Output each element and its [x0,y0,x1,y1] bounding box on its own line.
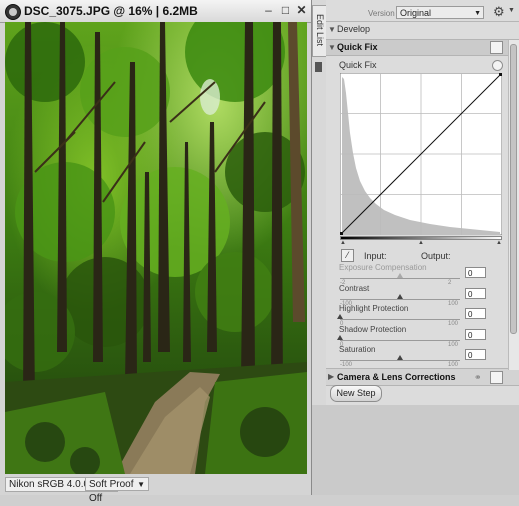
pin-icon[interactable] [315,62,322,72]
develop-section-header[interactable]: ▼ Develop [326,21,519,38]
panel-scrollbar[interactable] [508,40,519,370]
version-value: Original [400,8,432,18]
quick-fix-checkbox[interactable] [490,41,503,54]
control-value-field[interactable]: 0 [465,328,486,340]
slider-track[interactable] [340,278,460,279]
slider-track[interactable] [340,319,460,320]
midpoint-handle[interactable]: ▲ [418,240,424,246]
level-points[interactable]: ▲ ▲ ▲ [340,240,502,246]
slider-max-label: 2 [448,280,452,286]
soft-proof-dropdown[interactable]: Soft Proof Off ▼ [85,477,149,504]
control-value-field[interactable]: 0 [465,308,486,319]
link-icon: ⚭ [474,372,482,382]
scrollbar-thumb[interactable] [510,44,517,334]
quick-fix-sublabel: Quick Fix [339,60,377,70]
status-bar: Nikon sRGB 4.0.0.3002 Soft Proof Off ▼ [0,474,311,504]
expand-triangle-icon[interactable]: ▶ [328,372,334,381]
version-row: Version Original ▼ ⚙ ▼ [326,0,519,20]
input-label: Input: [364,251,387,261]
slider-thumb[interactable] [397,273,403,278]
edit-list-tab[interactable]: Edit List [312,5,327,57]
slider-thumb[interactable] [337,334,343,340]
curve-point-white [499,73,502,76]
slider-track[interactable] [340,360,460,361]
camera-lens-checkbox[interactable] [490,371,503,384]
chevron-down-icon: ▼ [137,480,145,489]
black-point-handle[interactable]: ▲ [340,240,346,246]
empty-panel-area [312,405,519,495]
new-step-button[interactable]: New Step [330,385,382,402]
minimize-icon[interactable]: – [262,3,275,17]
chevron-down-icon[interactable]: ▼ [508,7,515,14]
slider-max-label: 100 [448,321,459,327]
photo-canvas[interactable] [5,22,307,474]
output-label: Output: [421,251,451,261]
slider-max-label: 100 [448,300,459,307]
window-titlebar[interactable]: DSC_3075.JPG @ 16% | 6.2MB – □ ✕ [0,0,311,23]
window-title: DSC_3075.JPG @ 16% | 6.2MB [24,4,198,18]
control-value-field[interactable]: 0 [465,349,486,360]
close-icon[interactable]: ✕ [295,3,308,17]
slider-track[interactable] [340,298,460,300]
quick-fix-radio[interactable] [492,60,503,71]
white-point-handle[interactable]: ▲ [496,240,502,246]
quick-fix-header[interactable]: ▼ Quick Fix [326,39,519,56]
tone-curve-graph[interactable] [340,73,502,235]
control-label: Saturation [339,345,376,354]
version-select[interactable]: Original ▼ [396,6,484,19]
camera-lens-corrections-title: Camera & Lens Corrections [337,372,456,382]
control-label: Highlight Protection [339,304,409,313]
collapse-triangle-icon[interactable]: ▼ [328,25,336,34]
curve-point-black [340,232,343,235]
edit-list-strip: Edit List [312,0,327,405]
edit-list-label: Edit List [315,14,325,47]
control-value-field[interactable]: 0 [465,267,486,278]
app-icon [5,4,21,20]
control-label: Exposure Compensation [339,263,427,272]
control-value-field[interactable]: 0 [465,287,486,299]
slider-thumb[interactable] [337,314,343,319]
control-label: Contrast [339,283,370,293]
edit-list-panel: Version Original ▼ ⚙ ▼ ▼ Develop ▼ Quick… [326,0,519,405]
version-label: Version [368,9,395,18]
slider-thumb[interactable] [397,293,403,299]
slider-thumb[interactable] [397,355,403,360]
soft-proof-value: Soft Proof Off [89,479,134,504]
maximize-icon[interactable]: □ [279,3,292,17]
collapse-triangle-icon[interactable]: ▼ [328,43,336,52]
control-label: Shadow Protection [339,324,407,334]
quick-fix-title: Quick Fix [337,42,378,52]
image-window: DSC_3075.JPG @ 16% | 6.2MB – □ ✕ Nikon s… [0,0,312,504]
slider-max-label: 100 [448,341,459,348]
eyedropper-icon[interactable]: ⁄ [341,249,354,262]
slider-track[interactable] [340,339,460,341]
camera-lens-corrections-header[interactable]: ▶ Camera & Lens Corrections ⚭ [326,368,519,386]
develop-label: Develop [337,24,371,34]
forest-photo [5,22,307,474]
gear-icon[interactable]: ⚙ [493,5,507,19]
chevron-down-icon: ▼ [474,10,481,17]
